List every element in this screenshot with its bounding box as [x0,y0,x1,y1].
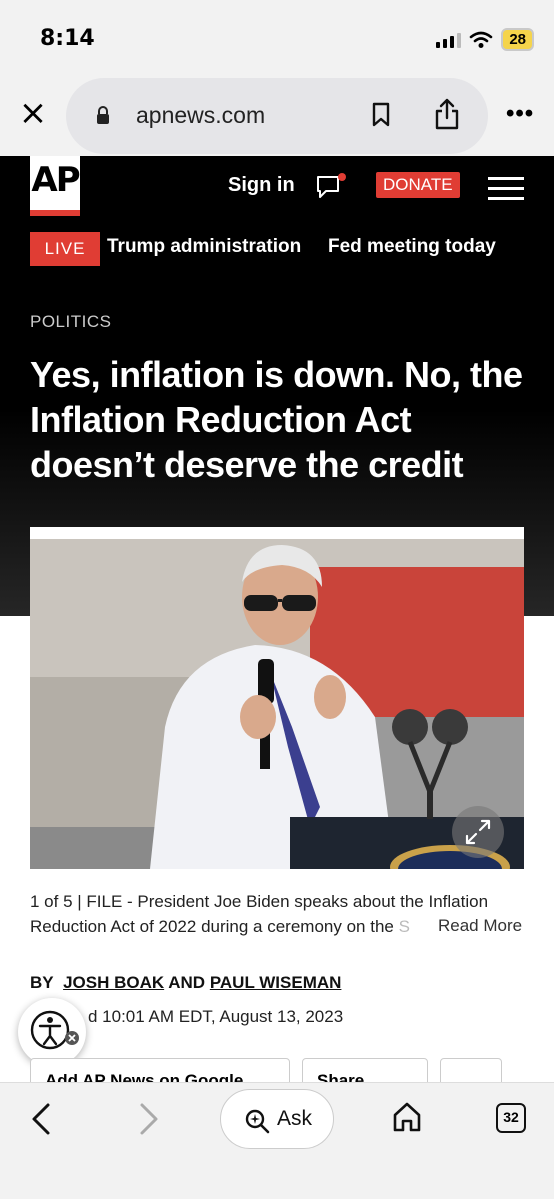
ask-button[interactable]: Ask [220,1089,334,1149]
status-icons: 28 [436,28,534,51]
hamburger-menu-icon[interactable] [488,177,524,207]
caption-fade-text: S [393,917,410,936]
status-time: 8:14 [40,26,95,51]
lock-icon [97,106,109,124]
share-icon[interactable] [434,98,460,130]
byline-and: AND [168,973,206,992]
article-headline: Yes, inflation is down. No, the Inflatio… [30,354,523,485]
ap-logo-text: AP [31,160,80,200]
ap-logo[interactable]: AP [30,156,81,216]
section-kicker[interactable]: POLITICS [30,312,111,332]
bookmark-icon[interactable] [370,102,392,128]
browser-bar: × apnews.com ••• [0,78,554,156]
author-link-paul-wiseman[interactable]: PAUL WISEMAN [210,973,342,992]
byline-prefix: BY [30,973,54,992]
tabs-count-button[interactable]: 32 [496,1103,526,1133]
updated-timestamp: d 10:01 AM EDT, August 13, 2023 [88,1007,344,1026]
nav-link-fed-meeting[interactable]: Fed meeting today [328,236,496,258]
more-options-icon[interactable]: ••• [506,100,534,128]
browser-toolbar: Ask 32 [0,1082,554,1199]
signal-icon [436,32,462,48]
close-icon[interactable]: × [16,96,50,132]
status-bar: 8:14 28 [0,0,554,78]
battery-indicator: 28 [501,28,534,51]
home-icon[interactable] [392,1101,422,1133]
accessibility-button[interactable] [18,998,86,1066]
live-badge[interactable]: LIVE [30,232,100,266]
read-more-link[interactable]: Read More [432,916,523,936]
byline: BY JOSH BOAK AND PAUL WISEMAN [30,973,341,993]
donate-button[interactable]: DONATE [376,172,460,198]
nav-link-trump-administration[interactable]: Trump administration [107,236,301,258]
wifi-icon [470,31,493,48]
chat-icon[interactable] [316,172,348,200]
ap-logo-bar [30,210,80,216]
accessibility-icon [30,1010,79,1050]
ask-label: Ask [277,1107,313,1130]
caption-text: 1 of 5 | FILE - President Joe Biden spea… [30,892,489,936]
author-link-josh-boak[interactable]: JOSH BOAK [63,973,164,992]
article-photo[interactable] [30,527,524,869]
back-arrow-icon[interactable] [28,1101,56,1137]
url-text: apnews.com [136,102,266,128]
forward-arrow-icon[interactable] [134,1101,162,1137]
ask-sparkle-search-icon [245,1109,270,1134]
sign-in-link[interactable]: Sign in [228,174,295,197]
expand-icon[interactable] [452,806,504,858]
address-bar[interactable]: apnews.com [66,78,488,154]
